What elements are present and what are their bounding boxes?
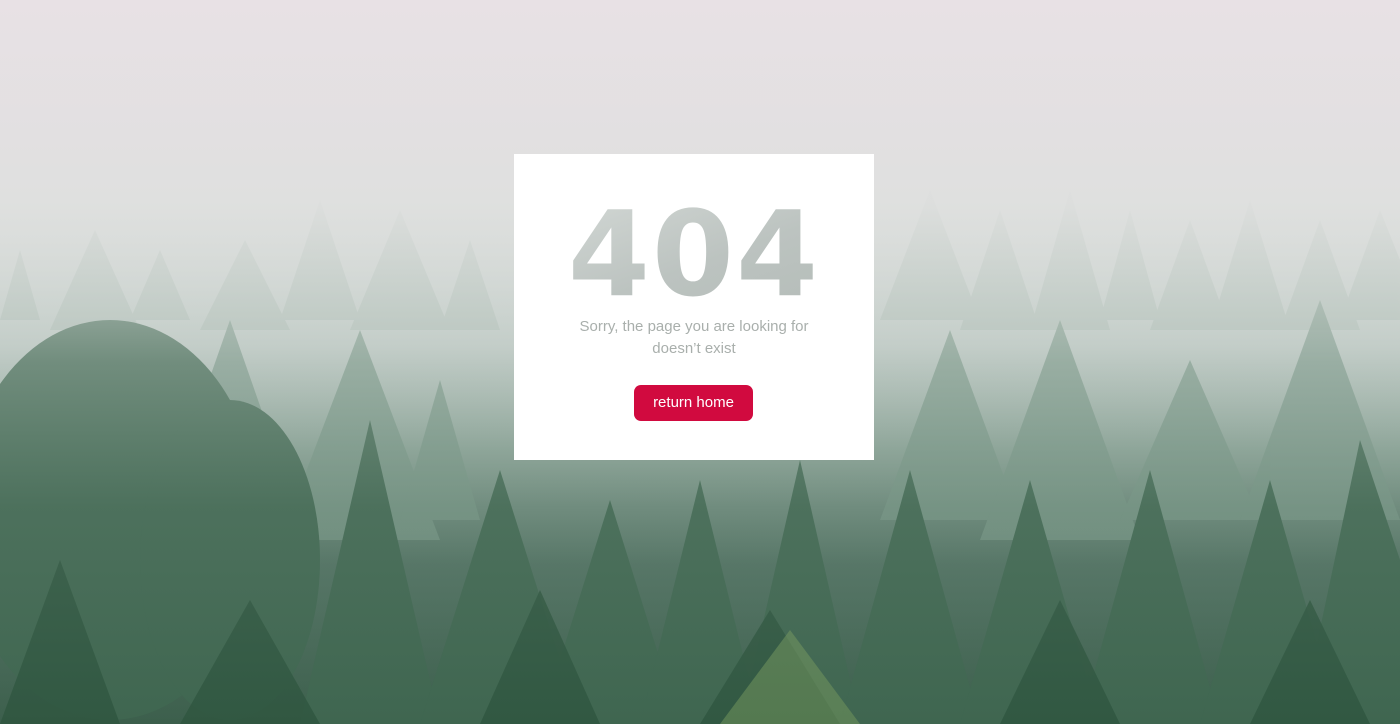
return-home-button[interactable]: return home (634, 385, 753, 421)
page-background: 404 Sorry, the page you are looking for … (0, 0, 1400, 724)
error-message: Sorry, the page you are looking for does… (579, 318, 809, 357)
error-card: 404 Sorry, the page you are looking for … (514, 154, 874, 460)
error-code: 404 (514, 194, 874, 314)
